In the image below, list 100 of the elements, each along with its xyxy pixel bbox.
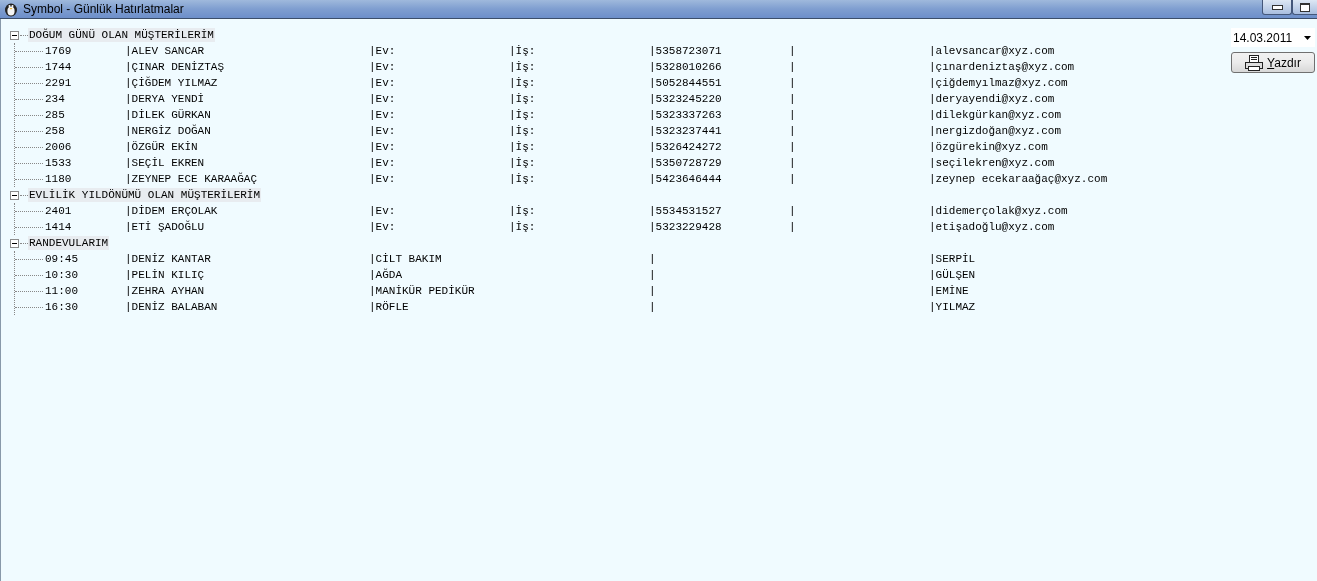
tree-item-cell-text: |Ev:	[369, 140, 397, 154]
tree-item-cell-text: |Ev:	[369, 108, 397, 122]
tree-item-cell-text: |İş:	[509, 204, 537, 218]
tree-item-cell-text: |SEÇİL EKREN	[125, 156, 206, 170]
printer-icon	[1245, 54, 1264, 71]
collapse-toggle[interactable]	[10, 238, 19, 248]
tree-item-cell-text: 1414	[45, 220, 73, 234]
tree-item-cell-text: |ÇİĞDEM YILMAZ	[125, 76, 219, 90]
tree-item-cell-text: 234	[45, 92, 66, 106]
tree-item-cell-text: |5358723071	[649, 44, 723, 58]
tree-item-cell-text: |	[649, 300, 657, 314]
tree-item-cell-text: |	[789, 220, 797, 234]
tree-item-cell-text: |5323245220	[649, 92, 723, 106]
tree-node[interactable]: DOĞUM GÜNÜ OLAN MÜŞTERİLERİM	[28, 28, 215, 42]
tree-item-cell-text: |Ev:	[369, 92, 397, 106]
tree-item-cell-text: |İş:	[509, 92, 537, 106]
tree-item-cell-text: |zeynep ecekaraağaç@xyz.com	[929, 172, 1109, 186]
tree-item-cell-text: |ÇINAR DENİZTAŞ	[125, 60, 226, 74]
tree-item-cell-text: |Ev:	[369, 220, 397, 234]
tree-item-cell-text: |Ev:	[369, 156, 397, 170]
tree-item-cell-text: |DERYA YENDİ	[125, 92, 206, 106]
tree-item-cell-text: |İş:	[509, 76, 537, 90]
tree-item-cell-text: |	[789, 172, 797, 186]
tree-item-cell-text: 1533	[45, 156, 73, 170]
penguin-icon	[3, 1, 19, 17]
tree-item-cell-text: |EMİNE	[929, 284, 970, 298]
tree-item-cell-text: |ÖZGÜR EKİN	[125, 140, 199, 154]
tree-item-cell-text: |alevsancar@xyz.com	[929, 44, 1056, 58]
tree-item-cell-text: |AĞDA	[369, 268, 403, 282]
tree-item-cell-text: |DENİZ BALABAN	[125, 300, 219, 314]
tree-item-cell-text: |didemerçolak@xyz.com	[929, 204, 1069, 218]
tree-item-cell-text: |DİLEK GÜRKAN	[125, 108, 212, 122]
tree-item-cell-text: |Ev:	[369, 124, 397, 138]
tree-item-cell-text: |	[789, 76, 797, 90]
tree-item-cell-text: |seçilekren@xyz.com	[929, 156, 1056, 170]
tree-item-cell-text: |İş:	[509, 124, 537, 138]
tree-item-cell-text: |5328010266	[649, 60, 723, 74]
tree-item-cell-text: |çınardeniztaş@xyz.com	[929, 60, 1076, 74]
tree-item-cell-text: |RÖFLE	[369, 300, 410, 314]
tree-item-cell-text: |özgürekin@xyz.com	[929, 140, 1049, 154]
tree-item-cell-text: |İş:	[509, 108, 537, 122]
tree-item-cell-text: |5323337263	[649, 108, 723, 122]
tree-item-cell-text: |5350728729	[649, 156, 723, 170]
tree-item-cell-text: |Ev:	[369, 172, 397, 186]
tree-item-cell-text: |PELİN KILIÇ	[125, 268, 206, 282]
tree-item-cell-text: |Ev:	[369, 44, 397, 58]
tree-item-cell-text: |YILMAZ	[929, 300, 977, 314]
tree-item-cell-text: 258	[45, 124, 66, 138]
tree-item-cell-text: |nergizdoğan@xyz.com	[929, 124, 1063, 138]
tree-item-cell-text: |	[649, 252, 657, 266]
tree-item-cell-text: |5052844551	[649, 76, 723, 90]
tree-item-cell-text: 2291	[45, 76, 73, 90]
tree-item-cell-text: |	[789, 156, 797, 170]
tree-item-cell-text: |5423646444	[649, 172, 723, 186]
tree-item-cell-text: |NERGİZ DOĞAN	[125, 124, 212, 138]
tree-item-cell-text: |	[789, 44, 797, 58]
minimize-button[interactable]	[1262, 0, 1292, 15]
tree-item-cell-text: |5323229428	[649, 220, 723, 234]
collapse-toggle[interactable]	[10, 30, 19, 40]
tree-item-cell-text: |	[649, 284, 657, 298]
maximize-button[interactable]	[1292, 0, 1317, 15]
tree-item-cell-text: |	[789, 140, 797, 154]
tree-item-cell-text: 10:30	[45, 268, 79, 282]
tree-item-cell-text: 285	[45, 108, 66, 122]
tree-item-cell-text: |DENİZ KANTAR	[125, 252, 212, 266]
tree-item-cell-text: |	[789, 204, 797, 218]
tree-item-cell-text: 11:00	[45, 284, 79, 298]
tree-item-cell-text: |	[789, 60, 797, 74]
tree-item-cell-text: |	[789, 92, 797, 106]
collapse-toggle[interactable]	[10, 190, 19, 200]
tree-item-cell-text: |çiğdemyılmaz@xyz.com	[929, 76, 1069, 90]
tree-item-cell-text: |GÜLŞEN	[929, 268, 977, 282]
tree-node[interactable]: RANDEVULARIM	[28, 236, 110, 250]
tree-item-cell-text: |DİDEM ERÇOLAK	[125, 204, 219, 218]
tree-item-cell-text: |Ev:	[369, 60, 397, 74]
tree-item-cell-text: |İş:	[509, 140, 537, 154]
tree-item-cell-text: |dilekgürkan@xyz.com	[929, 108, 1063, 122]
window-title: Symbol - Günlük Hatırlatmalar	[23, 2, 184, 16]
tree-item-cell-text: 2006	[45, 140, 73, 154]
tree-item-cell-text: 1769	[45, 44, 73, 58]
tree-item-cell-text: |CİLT BAKIM	[369, 252, 443, 266]
tree-item-cell-text: |ZEHRA AYHAN	[125, 284, 206, 298]
print-button[interactable]: Yazdır	[1231, 52, 1315, 73]
tree-item-cell-text: |İş:	[509, 172, 537, 186]
tree-item-cell-text: |5323237441	[649, 124, 723, 138]
tree-item-cell-text: 2401	[45, 204, 73, 218]
tree-item-cell-text: |İş:	[509, 44, 537, 58]
tree-item-cell-text: |	[789, 108, 797, 122]
date-picker[interactable]: 14.03.2011	[1231, 28, 1315, 47]
tree-item-cell-text: |	[649, 268, 657, 282]
tree-item-cell-text: |etişadoğlu@xyz.com	[929, 220, 1056, 234]
tree-item-cell-text: |SERPİL	[929, 252, 977, 266]
tree-item-cell-text: |ZEYNEP ECE KARAAĞAÇ	[125, 172, 259, 186]
tree-item-cell-text: |deryayendi@xyz.com	[929, 92, 1056, 106]
tree-node[interactable]: EVLİLİK YILDÖNÜMÜ OLAN MÜŞTERİLERİM	[28, 188, 262, 202]
tree-item-cell-text: |5326424272	[649, 140, 723, 154]
tree-item-cell-text: |5534531527	[649, 204, 723, 218]
tree-item-cell-text: |İş:	[509, 60, 537, 74]
tree-item-cell-text: 09:45	[45, 252, 79, 266]
dropdown-arrow-icon	[1304, 35, 1311, 40]
